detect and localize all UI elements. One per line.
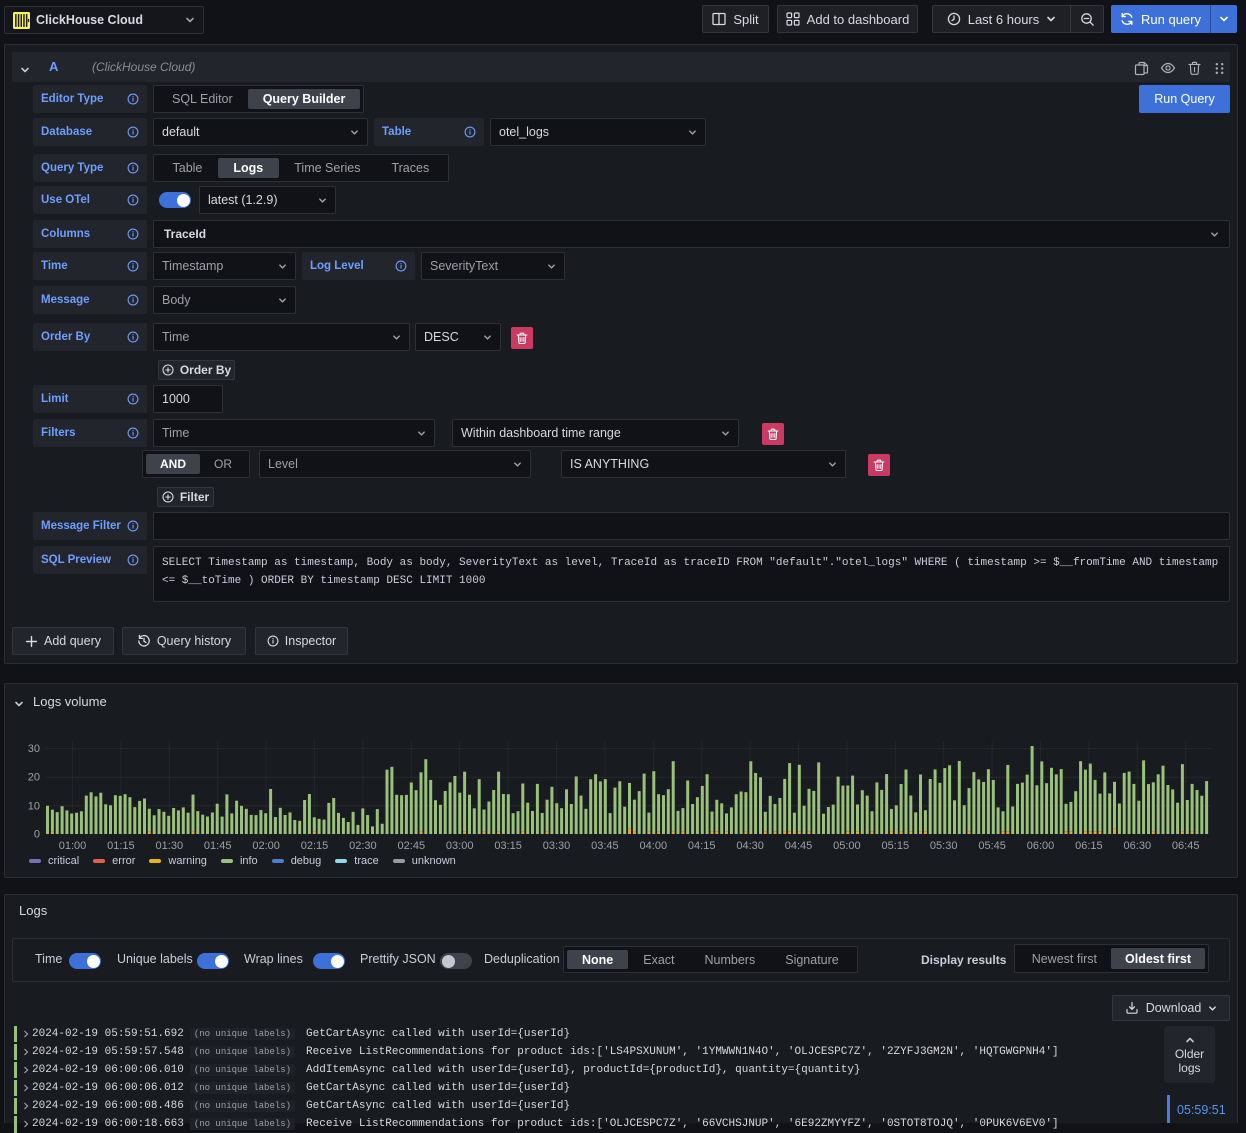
svg-text:01:15: 01:15 bbox=[107, 840, 135, 852]
svg-text:03:30: 03:30 bbox=[543, 840, 571, 852]
svg-text:01:00: 01:00 bbox=[59, 840, 87, 852]
svg-text:01:30: 01:30 bbox=[156, 840, 184, 852]
svg-text:04:30: 04:30 bbox=[736, 840, 764, 852]
svg-text:01:45: 01:45 bbox=[204, 840, 232, 852]
svg-text:02:00: 02:00 bbox=[252, 840, 280, 852]
svg-text:03:45: 03:45 bbox=[591, 840, 619, 852]
svg-text:04:00: 04:00 bbox=[640, 840, 668, 852]
svg-text:05:00: 05:00 bbox=[833, 840, 861, 852]
svg-text:04:15: 04:15 bbox=[688, 840, 716, 852]
svg-text:02:45: 02:45 bbox=[398, 840, 426, 852]
svg-text:02:15: 02:15 bbox=[301, 840, 329, 852]
svg-text:05:15: 05:15 bbox=[882, 840, 910, 852]
svg-text:20: 20 bbox=[28, 772, 40, 784]
svg-text:06:00: 06:00 bbox=[1027, 840, 1055, 852]
svg-text:30: 30 bbox=[28, 743, 40, 755]
svg-text:06:15: 06:15 bbox=[1075, 840, 1103, 852]
svg-text:03:15: 03:15 bbox=[494, 840, 522, 852]
svg-text:06:30: 06:30 bbox=[1124, 840, 1152, 852]
svg-text:03:00: 03:00 bbox=[446, 840, 474, 852]
svg-text:10: 10 bbox=[28, 800, 40, 812]
svg-text:05:30: 05:30 bbox=[930, 840, 958, 852]
svg-text:02:30: 02:30 bbox=[349, 840, 377, 852]
svg-text:0: 0 bbox=[34, 829, 40, 841]
svg-text:06:45: 06:45 bbox=[1172, 840, 1200, 852]
svg-text:04:45: 04:45 bbox=[785, 840, 813, 852]
svg-text:05:45: 05:45 bbox=[978, 840, 1006, 852]
